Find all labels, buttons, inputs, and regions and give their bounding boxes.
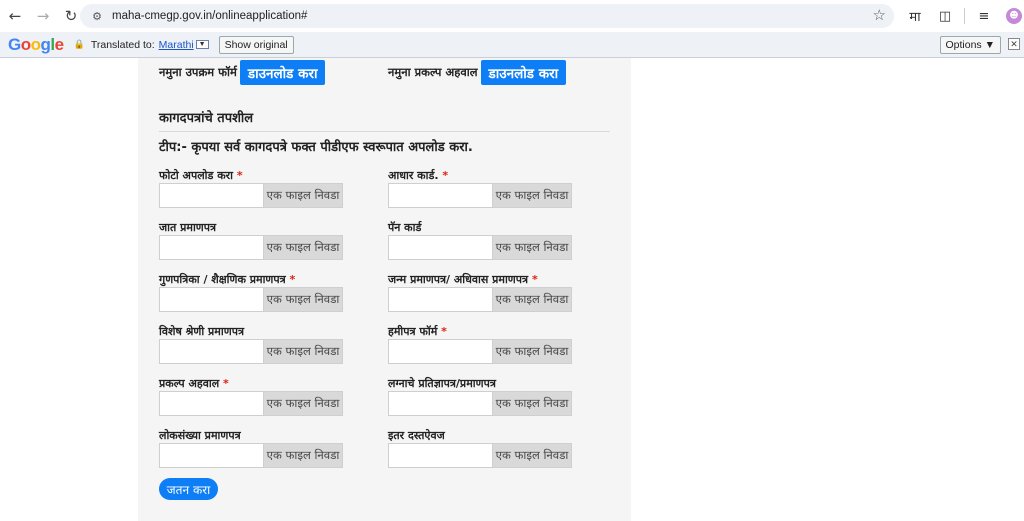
sample-project-report-label: नमुना प्रकल्प अहवाल	[388, 65, 478, 79]
file-input-special-category[interactable]: एक फाइल निवडा	[159, 339, 343, 364]
sample-project-report-row: नमुना प्रकल्प अहवाल डाउनलोड करा	[388, 60, 567, 85]
section-title: कागदपत्रांचे तपशील	[159, 111, 254, 126]
file-input-pan[interactable]: एक फाइल निवडा	[388, 235, 572, 260]
required-marker: *	[531, 273, 538, 286]
bookmark-star-icon[interactable]: ☆	[873, 6, 886, 24]
avatar-icon: ☻	[1006, 8, 1022, 24]
choose-file-button[interactable]: एक फाइल निवडा	[264, 183, 343, 208]
file-input-project-report[interactable]: एक फाइल निवडा	[159, 391, 343, 416]
file-input-marriage[interactable]: एक फाइल निवडा	[388, 391, 572, 416]
field-label-pan: पॅन कार्ड	[388, 221, 422, 234]
file-input-other-docs[interactable]: एक फाइल निवडा	[388, 443, 572, 468]
file-input-birth-domicile[interactable]: एक फाइल निवडा	[388, 287, 572, 312]
choose-file-button[interactable]: एक फाइल निवडा	[493, 183, 572, 208]
field-label-birth-domicile: जन्म प्रमाणपत्र/ अधिवास प्रमाणपत्र *	[388, 273, 538, 286]
toolbar-divider	[964, 8, 965, 24]
file-name-box[interactable]	[159, 339, 264, 364]
file-name-box[interactable]	[159, 287, 264, 312]
choose-file-button[interactable]: एक फाइल निवडा	[493, 443, 572, 468]
sample-enterprise-form-row: नमुना उपक्रम फॉर्म डाउनलोड करा	[159, 60, 326, 85]
reading-list-icon[interactable]: ≡	[969, 4, 999, 28]
translated-to-label: Translated to:	[90, 38, 155, 51]
lock-icon: 🔒	[73, 39, 85, 49]
sample-enterprise-form-label: नमुना उपक्रम फॉर्म	[159, 65, 237, 79]
choose-file-button[interactable]: एक फाइल निवडा	[493, 339, 572, 364]
back-arrow-icon[interactable]: ←	[2, 3, 28, 29]
language-dropdown-icon[interactable]: ▼	[195, 40, 209, 49]
file-name-box[interactable]	[159, 391, 264, 416]
file-name-box[interactable]	[159, 443, 264, 468]
file-input-population[interactable]: एक फाइल निवडा	[159, 443, 343, 468]
file-input-photo[interactable]: एक फाइल निवडा	[159, 183, 343, 208]
options-button[interactable]: Options ▼	[939, 36, 1001, 54]
site-info-icon[interactable]: ⚙	[86, 10, 108, 23]
required-marker: *	[441, 325, 447, 338]
field-label-population: लोकसंख्या प्रमाणपत्र	[159, 429, 241, 442]
google-logo: Google	[8, 34, 64, 54]
extensions-icon[interactable]: ◫	[930, 4, 960, 28]
file-name-box[interactable]	[388, 287, 493, 312]
browser-toolbar: ← → ↻ ⚙ maha-cmegp.gov.in/onlineapplicat…	[0, 0, 1024, 32]
file-name-box[interactable]	[388, 443, 493, 468]
translate-bar: Google 🔒 Translated to: Marathi ▼ Show o…	[0, 32, 1024, 58]
download-project-report-button[interactable]: डाउनलोड करा	[480, 60, 567, 85]
url-text[interactable]: maha-cmegp.gov.in/onlineapplication#	[112, 10, 307, 22]
profile-avatar[interactable]: ☻	[999, 4, 1024, 28]
field-label-photo: फोटो अपलोड करा *	[159, 169, 243, 182]
choose-file-button[interactable]: एक फाइल निवडा	[493, 391, 572, 416]
file-input-marksheet[interactable]: एक फाइल निवडा	[159, 287, 343, 312]
required-marker: *	[442, 169, 449, 182]
file-input-caste[interactable]: एक फाइल निवडा	[159, 235, 343, 260]
field-label-aadhar: आधार कार्ड. *	[388, 169, 449, 182]
field-label-marriage: लग्नाचे प्रतिज्ञापत्र/प्रमाणपत्र	[388, 377, 496, 390]
translate-icon[interactable]: मा	[900, 4, 930, 28]
file-name-box[interactable]	[159, 235, 264, 260]
file-name-box[interactable]	[388, 391, 493, 416]
choose-file-button[interactable]: एक फाइल निवडा	[264, 287, 343, 312]
file-input-aadhar[interactable]: एक फाइल निवडा	[388, 183, 572, 208]
file-input-undertaking[interactable]: एक फाइल निवडा	[388, 339, 572, 364]
required-marker: *	[236, 169, 243, 182]
required-marker: *	[223, 377, 229, 390]
choose-file-button[interactable]: एक फाइल निवडा	[264, 339, 343, 364]
choose-file-button[interactable]: एक फाइल निवडा	[493, 287, 572, 312]
choose-file-button[interactable]: एक फाइल निवडा	[264, 391, 343, 416]
field-label-undertaking: हमीपत्र फॉर्म *	[388, 325, 447, 338]
required-marker: *	[289, 273, 296, 286]
choose-file-button[interactable]: एक फाइल निवडा	[493, 235, 572, 260]
choose-file-button[interactable]: एक फाइल निवडा	[264, 443, 343, 468]
close-translate-bar-icon[interactable]: ✕	[1008, 38, 1020, 50]
show-original-button[interactable]: Show original	[218, 35, 294, 54]
file-name-box[interactable]	[388, 235, 493, 260]
forward-arrow-icon[interactable]: →	[30, 3, 56, 29]
field-label-special-category: विशेष श्रेणी प्रमाणपत्र	[159, 325, 245, 338]
field-label-caste: जात प्रमाणपत्र	[159, 221, 217, 234]
file-name-box[interactable]	[388, 183, 493, 208]
save-button[interactable]: जतन करा	[159, 478, 218, 500]
section-divider	[159, 131, 610, 132]
upload-note: टीप:- कृपया सर्व कागदपत्रे फक्त पीडीएफ स…	[159, 140, 473, 155]
field-label-other-docs: इतर दस्तऐवज	[388, 429, 445, 442]
download-enterprise-form-button[interactable]: डाउनलोड करा	[239, 60, 326, 85]
choose-file-button[interactable]: एक फाइल निवडा	[264, 235, 343, 260]
field-label-marksheet: गुणपत्रिका / शैक्षणिक प्रमाणपत्र *	[159, 273, 296, 286]
field-label-project-report: प्रकल्प अहवाल *	[159, 377, 229, 390]
file-name-box[interactable]	[388, 339, 493, 364]
file-name-box[interactable]	[159, 183, 264, 208]
language-link[interactable]: Marathi	[159, 39, 194, 51]
address-bar[interactable]: ⚙ maha-cmegp.gov.in/onlineapplication# ☆	[80, 4, 894, 28]
